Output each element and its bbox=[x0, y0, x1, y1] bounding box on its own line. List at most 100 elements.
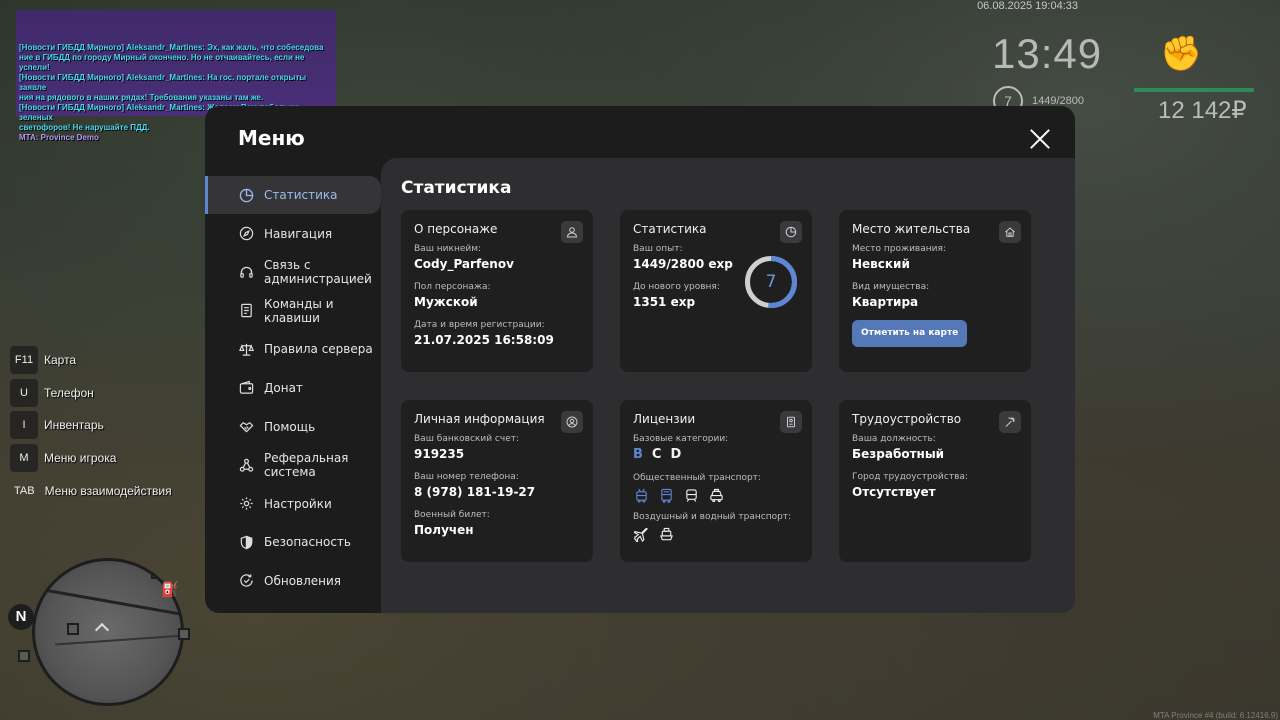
refresh-check-icon bbox=[238, 573, 254, 589]
pie-chart-icon bbox=[238, 187, 254, 203]
field-label: Военный билет: bbox=[414, 510, 490, 520]
field-label: Воздушный и водный транспорт: bbox=[633, 512, 792, 522]
military-id-value: Получен bbox=[414, 523, 474, 537]
map-marker bbox=[18, 650, 30, 662]
network-icon bbox=[238, 457, 254, 473]
level-value: 7 bbox=[765, 272, 777, 292]
card-employment: Трудоустройство Ваша должность: Безработ… bbox=[839, 400, 1031, 562]
sidebar-item-label: Донат bbox=[264, 380, 303, 395]
gender-value: Мужской bbox=[414, 295, 478, 309]
sidebar-item-referral[interactable]: Реферальная система bbox=[205, 446, 381, 484]
sidebar-item-updates[interactable]: Обновления bbox=[205, 562, 381, 600]
hotkey-map[interactable]: F11 Карта bbox=[10, 346, 76, 374]
card-statistics: Статистика Ваш опыт: 1449/2800 exp До но… bbox=[620, 210, 812, 372]
chat-box: [Новости ГИБДД Мирного] Aleksandr_Martin… bbox=[16, 10, 336, 142]
sidebar-item-label: Обновления bbox=[264, 573, 342, 588]
sidebar-item-label: Реферальная система bbox=[264, 451, 349, 480]
sidebar-item-label: Безопасность bbox=[264, 535, 351, 550]
player-menu: Меню Статистика Навигация Связь с админи… bbox=[205, 106, 1075, 613]
hud-datetime: 06.08.2025 19:04:33 bbox=[977, 0, 1078, 12]
level-progress-ring: 7 bbox=[743, 254, 799, 310]
hotkey-key: F11 bbox=[10, 346, 38, 374]
card-title: Лицензии bbox=[633, 412, 696, 426]
compass-north: N bbox=[8, 604, 34, 630]
pie-chart-icon bbox=[780, 221, 802, 243]
build-info: MTA Province #4 (build: 6.12416.9) bbox=[1153, 711, 1278, 720]
sidebar-item-commands[interactable]: Команды и клавиши bbox=[205, 292, 381, 330]
sidebar-item-label: Статистика bbox=[264, 188, 338, 202]
hotkey-key: U bbox=[10, 379, 38, 407]
headset-icon bbox=[238, 264, 254, 280]
sidebar-item-label: Помощь bbox=[264, 419, 316, 434]
hotkey-label: Инвентарь bbox=[44, 418, 104, 432]
hotkey-interaction-menu[interactable]: TAB Меню взаимодействия bbox=[10, 477, 172, 505]
hotkey-label: Меню игрока bbox=[44, 451, 117, 465]
close-button[interactable] bbox=[1029, 128, 1051, 150]
health-bar bbox=[1134, 88, 1254, 92]
sidebar-item-help[interactable]: Помощь bbox=[205, 408, 381, 446]
id-card-icon bbox=[780, 411, 802, 433]
license-categories: B C D bbox=[633, 447, 799, 462]
card-personal-info: Личная информация Ваш банковский счет: 9… bbox=[401, 400, 593, 562]
field-label: Место проживания: bbox=[852, 244, 946, 254]
chat-line: ние в ГИБДД по городу Мирный окончено. Н… bbox=[19, 53, 305, 72]
shield-icon bbox=[238, 534, 254, 550]
bus-icon bbox=[658, 487, 674, 503]
employment-city-value: Отсутствует bbox=[852, 485, 936, 499]
pickaxe-icon bbox=[999, 411, 1021, 433]
nickname-value: Cody_Parfenov bbox=[414, 257, 514, 271]
content-panel: Статистика О персонаже Ваш никнейм: Cody… bbox=[381, 158, 1075, 613]
field-label: Ваш опыт: bbox=[633, 244, 683, 254]
bank-account-value: 919235 bbox=[414, 447, 465, 461]
hotkey-player-menu[interactable]: M Меню игрока bbox=[10, 444, 116, 472]
chat-line: [Новости ГИБДД Мирного] Aleksandr_Martin… bbox=[19, 43, 324, 52]
card-title: Место жительства bbox=[852, 222, 971, 236]
hotkey-label: Меню взаимодействия bbox=[44, 484, 172, 498]
compass-icon bbox=[238, 226, 254, 242]
fuel-station-icon: ⛽ bbox=[161, 582, 179, 598]
card-character: О персонаже Ваш никнейм: Cody_Parfenov П… bbox=[401, 210, 593, 372]
hotkey-label: Телефон bbox=[44, 386, 94, 400]
hotkey-phone[interactable]: U Телефон bbox=[10, 379, 94, 407]
map-marker bbox=[151, 567, 163, 579]
home-icon bbox=[999, 221, 1021, 243]
sidebar-item-settings[interactable]: Настройки bbox=[205, 485, 381, 523]
menu-sidebar: Статистика Навигация Связь с администрац… bbox=[205, 176, 381, 601]
menu-title: Меню bbox=[238, 126, 305, 150]
hud-clock: 13:49 bbox=[992, 30, 1103, 77]
chat-line: ния на рядового в наших рядах! Требовани… bbox=[19, 93, 264, 102]
wallet-icon bbox=[238, 380, 254, 396]
handshake-icon bbox=[238, 419, 254, 435]
sidebar-item-donate[interactable]: Донат bbox=[205, 369, 381, 407]
field-label: Базовые категории: bbox=[633, 434, 729, 444]
chat-line: [Новости ГИБДД Мирного] Aleksandr_Martin… bbox=[19, 73, 307, 92]
player-arrow-icon bbox=[94, 622, 110, 638]
hotkey-inventory[interactable]: I Инвентарь bbox=[10, 411, 104, 439]
sidebar-item-statistics[interactable]: Статистика bbox=[205, 176, 381, 214]
card-title: Трудоустройство bbox=[852, 412, 962, 426]
gear-icon bbox=[238, 496, 254, 512]
residence-value: Невский bbox=[852, 257, 910, 271]
position-value: Безработный bbox=[852, 447, 945, 461]
hotkey-key: TAB bbox=[14, 485, 35, 497]
field-label: Город трудоустройства: bbox=[852, 472, 968, 482]
air-water-licenses bbox=[633, 526, 799, 542]
hotkey-label: Карта bbox=[44, 353, 77, 367]
sidebar-item-navigation[interactable]: Навигация bbox=[205, 215, 381, 253]
map-marker bbox=[67, 623, 79, 635]
tram-icon bbox=[683, 487, 699, 503]
license-category-d: D bbox=[670, 447, 682, 462]
sidebar-item-admin-contact[interactable]: Связь с администрацией bbox=[205, 253, 381, 291]
user-circle-icon bbox=[561, 411, 583, 433]
airplane-icon bbox=[633, 526, 649, 542]
sidebar-item-security[interactable]: Безопасность bbox=[205, 523, 381, 561]
trolleybus-icon bbox=[633, 487, 649, 503]
card-licenses: Лицензии Базовые категории: B C D Общест… bbox=[620, 400, 812, 562]
boat-icon bbox=[658, 526, 674, 542]
license-category-c: C bbox=[651, 447, 662, 462]
user-icon bbox=[561, 221, 583, 243]
mark-on-map-button[interactable]: Отметить на карте bbox=[852, 320, 968, 347]
sidebar-item-rules[interactable]: Правила сервера bbox=[205, 330, 381, 368]
scales-icon bbox=[238, 341, 254, 357]
hotkey-key: I bbox=[10, 411, 38, 439]
